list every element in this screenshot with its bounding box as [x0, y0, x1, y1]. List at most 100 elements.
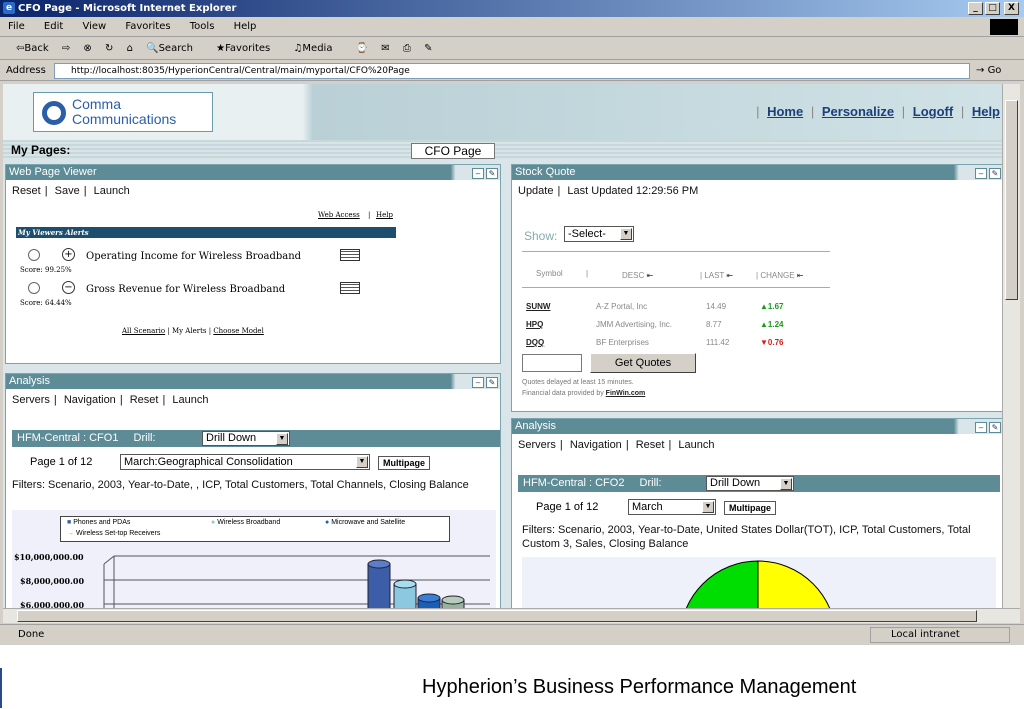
- stock-symbol[interactable]: DQQ: [526, 338, 544, 347]
- page-select[interactable]: March:Geographical Consolidation ▼: [120, 454, 370, 470]
- launch-link[interactable]: Launch: [94, 185, 130, 197]
- scroll-thumb[interactable]: [17, 610, 977, 622]
- nav-help[interactable]: Help: [972, 104, 1000, 119]
- all-scenario-link[interactable]: All Scenario: [122, 327, 165, 335]
- nav-home[interactable]: Home: [767, 104, 803, 119]
- portlet-links: Servers | Navigation | Reset | Launch: [12, 394, 209, 406]
- link-separator: |: [83, 185, 87, 197]
- launch-link[interactable]: Launch: [678, 439, 714, 451]
- close-button[interactable]: X: [1004, 2, 1019, 15]
- alert-text[interactable]: Gross Revenue for Wireless Broadband: [86, 284, 285, 295]
- menu-file[interactable]: File: [0, 17, 33, 37]
- minimize-portlet-icon[interactable]: –: [975, 168, 987, 179]
- legend-swatch: →: [67, 530, 74, 537]
- stock-symbol[interactable]: SUNW: [526, 302, 550, 311]
- minimize-portlet-icon[interactable]: –: [975, 422, 987, 433]
- nav-logoff[interactable]: Logoff: [913, 104, 953, 119]
- filters-text: Filters: Scenario, 2003, Year-to-Date, ,…: [12, 479, 469, 491]
- favorites-button[interactable]: ★Favorites: [216, 38, 280, 60]
- legend-label: Wireless Broadband: [217, 519, 281, 526]
- col-last[interactable]: | LAST ⇤: [700, 271, 733, 280]
- go-button[interactable]: → Go: [976, 61, 1001, 81]
- edit-icon[interactable]: ✎: [424, 38, 432, 60]
- company-logo[interactable]: Comma Communications: [33, 92, 213, 132]
- save-link[interactable]: Save: [55, 185, 80, 197]
- web-access-link[interactable]: Web Access: [318, 211, 360, 219]
- multipage-button[interactable]: Multipage: [724, 501, 776, 515]
- zone-label: Local intranet: [891, 629, 960, 640]
- portlet-title: Analysis – ✎: [512, 419, 1002, 434]
- search-button[interactable]: 🔍Search: [146, 38, 203, 60]
- symbol-input[interactable]: [522, 354, 582, 372]
- media-button[interactable]: ♫Media: [293, 38, 342, 60]
- edit-portlet-icon[interactable]: ✎: [989, 168, 1001, 179]
- chart-legend: ■ Phones and PDAs ● Wireless Broadband ●…: [60, 516, 450, 542]
- bottom-links: All Scenario | My Alerts | Choose Model: [122, 327, 264, 335]
- alert-radio[interactable]: [28, 249, 40, 261]
- choose-model-link[interactable]: Choose Model: [213, 327, 264, 335]
- servers-link[interactable]: Servers: [518, 439, 556, 451]
- vertical-scrollbar[interactable]: [1002, 84, 1020, 608]
- alert-text[interactable]: Operating Income for Wireless Broadband: [86, 251, 301, 262]
- nav-separator: |: [901, 104, 906, 119]
- col-desc[interactable]: DESC ⇤: [622, 271, 653, 280]
- stock-symbol[interactable]: HPQ: [526, 320, 543, 329]
- navigation-link[interactable]: Navigation: [570, 439, 622, 451]
- portlet-title: Web Page Viewer – ✎: [6, 165, 500, 180]
- multipage-button[interactable]: Multipage: [378, 456, 430, 470]
- back-button[interactable]: ⇦Back: [16, 38, 49, 60]
- edit-portlet-icon[interactable]: ✎: [486, 377, 498, 388]
- col-symbol: Symbol: [536, 269, 563, 278]
- page-select[interactable]: March ▼: [628, 499, 716, 515]
- navigation-link[interactable]: Navigation: [64, 394, 116, 406]
- menu-view[interactable]: View: [74, 17, 114, 37]
- show-select[interactable]: -Select- ▼: [564, 226, 634, 242]
- launch-link[interactable]: Launch: [172, 394, 208, 406]
- horizontal-scrollbar[interactable]: [3, 608, 1020, 623]
- maximize-button[interactable]: □: [985, 2, 1000, 15]
- stock-change: ▲1.67: [760, 302, 784, 311]
- mail-icon[interactable]: ✉: [381, 38, 389, 60]
- collapse-icon[interactable]: −: [62, 281, 75, 294]
- nav-personalize[interactable]: Personalize: [822, 104, 894, 119]
- portlet-links: Reset | Save | Launch: [12, 185, 130, 197]
- expand-icon[interactable]: +: [62, 248, 75, 261]
- reset-link[interactable]: Reset: [12, 185, 41, 197]
- minimize-button[interactable]: _: [968, 2, 983, 15]
- forward-button[interactable]: ⇨: [62, 38, 70, 60]
- get-quotes-button[interactable]: Get Quotes: [590, 353, 696, 373]
- tab-cfo-page[interactable]: CFO Page: [411, 143, 495, 159]
- menu-edit[interactable]: Edit: [36, 17, 71, 37]
- document-icon[interactable]: [340, 282, 360, 294]
- menu-favorites[interactable]: Favorites: [117, 17, 178, 37]
- reset-link[interactable]: Reset: [130, 394, 159, 406]
- minimize-portlet-icon[interactable]: –: [472, 168, 484, 179]
- scroll-thumb[interactable]: [1005, 100, 1018, 300]
- reset-link[interactable]: Reset: [636, 439, 665, 451]
- top-nav: | Home | Personalize | Logoff | Help: [752, 104, 1000, 119]
- edit-portlet-icon[interactable]: ✎: [486, 168, 498, 179]
- stop-icon[interactable]: ⊗: [83, 38, 91, 60]
- menu-help[interactable]: Help: [226, 17, 265, 37]
- alert-radio[interactable]: [28, 282, 40, 294]
- minimize-portlet-icon[interactable]: –: [472, 377, 484, 388]
- update-link[interactable]: Update: [518, 185, 553, 197]
- analysis-portlet-1: Analysis – ✎ Servers | Navigation | Reset | …: [5, 373, 501, 608]
- provider-link[interactable]: FinWin.com: [606, 390, 646, 397]
- col-change[interactable]: | CHANGE ⇤: [756, 271, 803, 280]
- show-label: Show:: [524, 229, 558, 243]
- edit-portlet-icon[interactable]: ✎: [989, 422, 1001, 433]
- address-input[interactable]: http://localhost:8035/HyperionCentral/Ce…: [54, 63, 970, 79]
- my-alerts-link[interactable]: My Alerts: [172, 327, 207, 335]
- portlet-title-text: Analysis: [515, 420, 556, 432]
- menu-tools[interactable]: Tools: [182, 17, 223, 37]
- help-link[interactable]: Help: [376, 211, 393, 219]
- servers-link[interactable]: Servers: [12, 394, 50, 406]
- document-icon[interactable]: [340, 249, 360, 261]
- print-icon[interactable]: ⎙: [403, 38, 411, 60]
- history-icon[interactable]: ⌚: [356, 38, 368, 60]
- home-icon[interactable]: ⌂: [127, 38, 133, 60]
- refresh-icon[interactable]: ↻: [105, 38, 113, 60]
- drill-select[interactable]: Drill Down ▼: [202, 431, 290, 446]
- drill-select[interactable]: Drill Down ▼: [706, 476, 794, 491]
